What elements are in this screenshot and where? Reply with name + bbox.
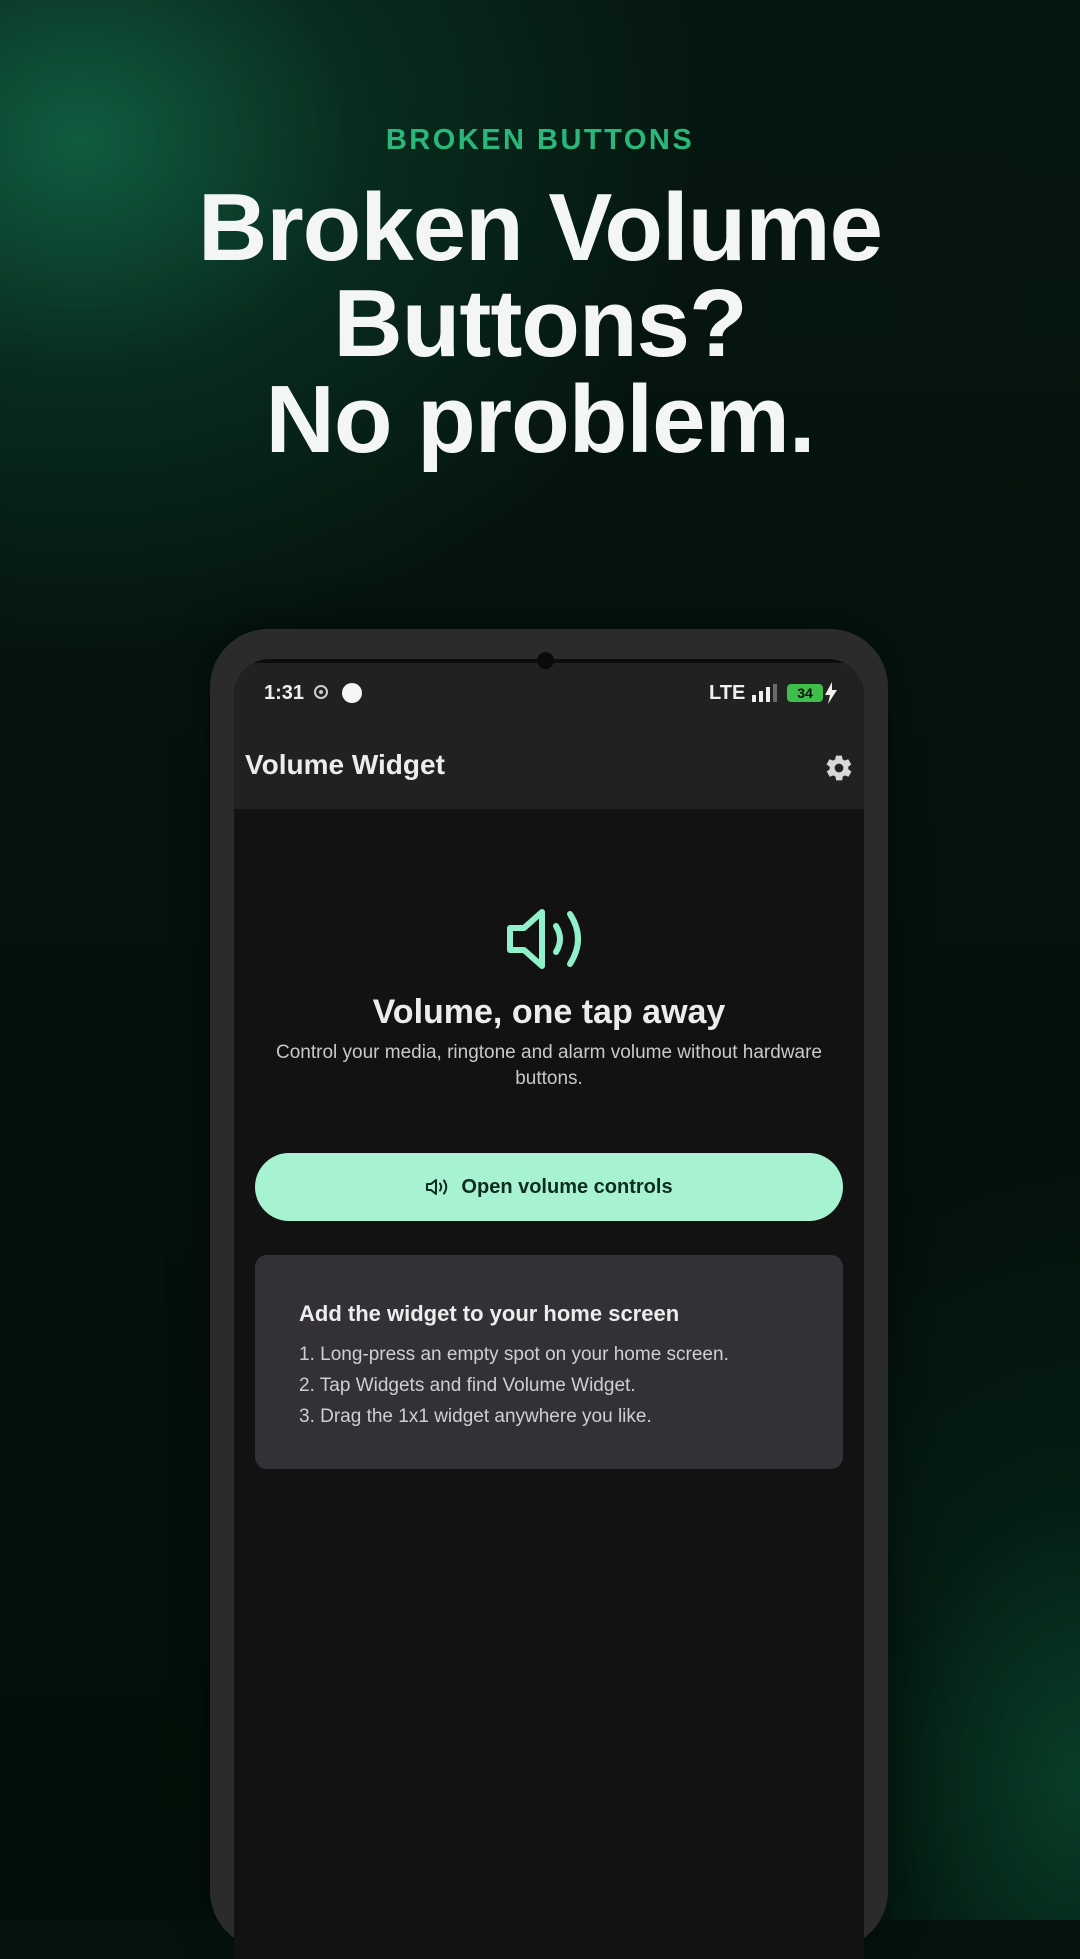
phone-screen: 1:31 LTE 34 Volume Widget Volume, one ta… (234, 659, 864, 1959)
instruction-step: 1. Long-press an empty spot on your home… (299, 1344, 729, 1365)
charging-icon (825, 682, 837, 704)
status-dot-icon (342, 683, 362, 703)
widget-instructions-card: Add the widget to your home screen 1. Lo… (255, 1255, 843, 1469)
speaker-icon (426, 1179, 448, 1195)
instructions-title: Add the widget to your home screen (299, 1301, 680, 1326)
status-time: 1:31 (264, 682, 305, 704)
network-type: LTE (709, 682, 746, 704)
open-volume-controls-label: Open volume controls (461, 1175, 673, 1198)
notification-icon (314, 685, 328, 699)
hero-title: Volume, one tap away (372, 993, 726, 1031)
app-bar: Volume Widget (234, 727, 864, 809)
app-title: Volume Widget (245, 749, 445, 780)
headline-line-2: Buttons? (333, 270, 747, 377)
speaker-icon (507, 909, 581, 969)
instruction-step: 3. Drag the 1x1 widget anywhere you like… (299, 1406, 652, 1427)
marketing-headline: Broken Volume Buttons? No problem. (0, 180, 1080, 468)
open-volume-controls-button[interactable]: Open volume controls (255, 1153, 843, 1221)
headline-line-3: No problem. (265, 366, 815, 473)
battery-icon: 34 (787, 684, 823, 702)
phone-frame: 1:31 LTE 34 Volume Widget Volume, one ta… (210, 629, 888, 1959)
signal-icon (752, 684, 777, 702)
hero-subtitle: Control your media, ringtone and alarm v… (276, 1042, 822, 1089)
status-bar: 1:31 LTE 34 (234, 659, 864, 727)
camera-cutout (537, 652, 554, 669)
eyebrow-label: BROKEN BUTTONS (385, 124, 695, 156)
instruction-step: 2. Tap Widgets and find Volume Widget. (299, 1375, 636, 1396)
gear-icon[interactable] (824, 753, 854, 783)
headline-line-1: Broken Volume (197, 174, 883, 281)
instructions-list: 1. Long-press an empty spot on your home… (299, 1339, 729, 1432)
